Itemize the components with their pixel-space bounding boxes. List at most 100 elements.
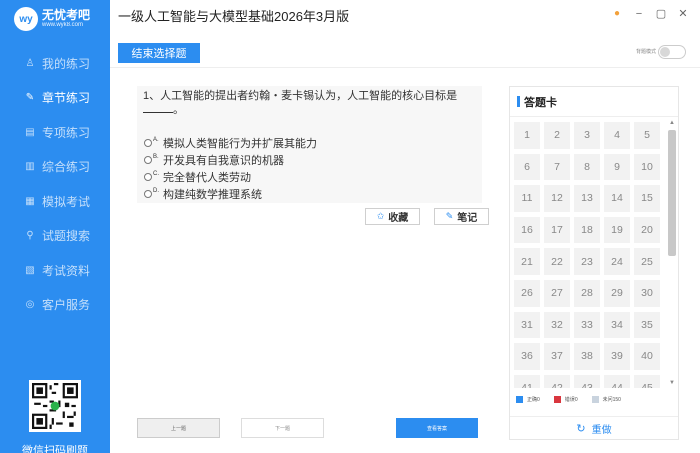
answer-cell[interactable]: 13 (574, 185, 600, 212)
search-icon: ⚲ (26, 230, 34, 242)
sidebar-item-1[interactable]: ✎ 章节练习 (0, 81, 110, 116)
answer-cell[interactable]: 43 (574, 374, 600, 388)
sidebar-item-label: 专项练习 (42, 125, 91, 140)
doc-icon: ▤ (25, 126, 35, 138)
option-1[interactable]: B. 开发具有自我意识的机器 (144, 151, 317, 168)
answer-cell[interactable]: 28 (574, 279, 600, 307)
answer-cell[interactable]: 25 (634, 248, 660, 275)
legend-count: 0 (537, 396, 540, 403)
scroll-down-icon[interactable]: ▼ (666, 378, 678, 388)
answer-cell[interactable]: 19 (604, 216, 630, 244)
answer-cell[interactable]: 40 (634, 343, 660, 370)
answer-cell[interactable]: 1 (514, 122, 540, 149)
radio-button[interactable] (144, 138, 152, 147)
legend-item: 错误 0 (553, 396, 578, 403)
radio-button[interactable] (144, 189, 152, 198)
next-question-button[interactable]: 下一题 (241, 418, 324, 438)
note-button[interactable]: ✎ 笔记 (434, 208, 489, 225)
sidebar-item-3[interactable]: ▥ 综合练习 (0, 150, 110, 185)
refresh-icon: ↻ (576, 423, 586, 435)
answer-cell[interactable]: 7 (544, 153, 570, 181)
answer-grid-scrollbar[interactable]: ▲ ▼ (666, 118, 678, 388)
answer-cell[interactable]: 39 (604, 343, 630, 370)
answer-cell[interactable]: 14 (604, 185, 630, 212)
prev-question-button[interactable]: 上一题 (137, 418, 220, 438)
answer-grid: 1 2 3 4 5 6 7 8 9 10 11 12 13 14 15 16 17 18 19 20 21 22 23 24 2… (514, 122, 660, 388)
sidebar-item-6[interactable]: ▧ 考试资料 (0, 253, 110, 288)
answer-cell[interactable]: 6 (514, 153, 540, 181)
answer-cell[interactable]: 3 (574, 122, 600, 149)
sidebar-item-5[interactable]: ⚲ 试题搜索 (0, 219, 110, 254)
window-controls: ● − ▢ ✕ (606, 7, 694, 21)
question-number: 1、 (143, 90, 161, 102)
sidebar-item-2[interactable]: ▤ 专项练习 (0, 115, 110, 150)
answer-cell[interactable]: 8 (574, 153, 600, 181)
answer-cell[interactable]: 34 (604, 311, 630, 339)
answer-cell[interactable]: 45 (634, 374, 660, 388)
answer-cell[interactable]: 44 (604, 374, 630, 388)
answer-cell[interactable]: 30 (634, 279, 660, 307)
answer-cell[interactable]: 9 (604, 153, 630, 181)
sidebar-item-7[interactable]: ◎ 客户服务 (0, 288, 110, 323)
title-accent-bar (517, 96, 520, 107)
answer-cell[interactable]: 10 (634, 153, 660, 181)
sidebar-item-4[interactable]: ▦ 模拟考试 (0, 184, 110, 219)
answer-cell[interactable]: 16 (514, 216, 540, 244)
sidebar-item-label: 我的练习 (42, 56, 91, 71)
answer-cell[interactable]: 29 (604, 279, 630, 307)
answer-cell[interactable]: 27 (544, 279, 570, 307)
answer-cell[interactable]: 26 (514, 279, 540, 307)
answer-cell[interactable]: 42 (544, 374, 570, 388)
qr-code-image (32, 383, 78, 429)
answer-cell[interactable]: 12 (544, 185, 570, 212)
answer-cell[interactable]: 2 (544, 122, 570, 149)
legend-swatch (516, 396, 523, 403)
skin-dot-icon[interactable]: ● (606, 8, 628, 19)
option-text: 开发具有自我意识的机器 (163, 154, 284, 167)
end-choice-button[interactable]: 结束选择题 (118, 43, 200, 63)
answer-cell[interactable]: 24 (604, 248, 630, 275)
answer-cell[interactable]: 15 (634, 185, 660, 212)
close-button[interactable]: ✕ (672, 7, 694, 20)
answer-cell[interactable]: 17 (544, 216, 570, 244)
scroll-up-icon[interactable]: ▲ (666, 118, 678, 128)
answer-cell[interactable]: 35 (634, 311, 660, 339)
scroll-thumb[interactable] (668, 130, 676, 256)
answer-cell[interactable]: 21 (514, 248, 540, 275)
qr-label: 微信扫码刷题 (22, 445, 88, 453)
answer-cell[interactable]: 5 (634, 122, 660, 149)
radio-button[interactable] (144, 172, 152, 181)
reset-label: 重做 (591, 425, 612, 436)
answer-cell[interactable]: 11 (514, 185, 540, 212)
answer-cell[interactable]: 4 (604, 122, 630, 149)
reset-button[interactable]: ↻ 重做 (510, 416, 678, 440)
answer-cell[interactable]: 38 (574, 343, 600, 370)
answer-cell[interactable]: 37 (544, 343, 570, 370)
file-icon: ▧ (25, 264, 35, 276)
legend-label: 未问 (602, 397, 613, 403)
minimize-button[interactable]: − (628, 8, 650, 20)
view-answer-button[interactable]: 查看答案 (396, 418, 478, 438)
sidebar-item-0[interactable]: ♙ 我的练习 (0, 46, 110, 81)
answer-cell[interactable]: 31 (514, 311, 540, 339)
option-0[interactable]: A. 模拟人类智能行为并扩展其能力 (144, 134, 317, 151)
answer-cell[interactable]: 36 (514, 343, 540, 370)
recite-mode-toggle[interactable] (658, 45, 686, 59)
answer-cell[interactable]: 23 (574, 248, 600, 275)
logo: wy 无忧考吧 www.wyk8.com (14, 6, 90, 32)
sidebar-item-label: 试题搜索 (42, 229, 91, 244)
answer-cell[interactable]: 32 (544, 311, 570, 339)
sidebar-item-label: 考试资料 (42, 263, 91, 278)
option-3[interactable]: D. 构建纯数学推理系统 (144, 185, 317, 202)
answer-cell[interactable]: 18 (574, 216, 600, 244)
answer-cell[interactable]: 20 (634, 216, 660, 244)
answer-card: 答题卡 1 2 3 4 5 6 7 8 9 10 11 12 13 14 15 16 17 18 19 20 21 22 2… (509, 86, 679, 440)
question-text: 1、人工智能的提出者约翰・麦卡锡认为，人工智能的核心目标是 。 (143, 89, 479, 117)
maximize-button[interactable]: ▢ (650, 7, 672, 20)
answer-cell[interactable]: 22 (544, 248, 570, 275)
favorite-button[interactable]: ✩ 收藏 (365, 208, 420, 225)
answer-cell[interactable]: 41 (514, 374, 540, 388)
radio-button[interactable] (144, 155, 152, 164)
option-2[interactable]: C. 完全替代人类劳动 (144, 168, 317, 185)
answer-cell[interactable]: 33 (574, 311, 600, 339)
